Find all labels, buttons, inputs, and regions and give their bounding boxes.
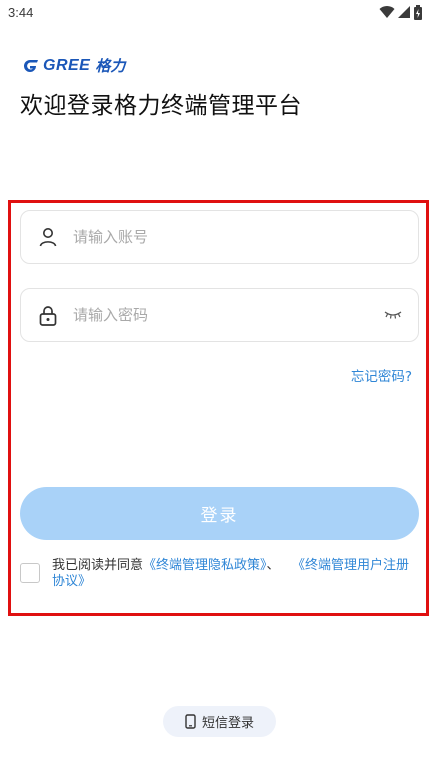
logo-text: GREE bbox=[43, 56, 91, 74]
agreement-checkbox[interactable] bbox=[20, 563, 40, 583]
eye-closed-icon[interactable] bbox=[382, 304, 404, 326]
status-icons bbox=[379, 4, 423, 20]
forgot-password-link[interactable]: 忘记密码? bbox=[351, 365, 412, 385]
agreement-prefix: 我已阅读并同意 bbox=[52, 558, 144, 573]
brand-logo: GREE 格力 bbox=[20, 55, 125, 76]
login-button[interactable]: 登录 bbox=[20, 487, 419, 540]
signal-icon bbox=[398, 6, 410, 18]
password-field[interactable] bbox=[20, 288, 419, 342]
battery-icon bbox=[414, 4, 422, 20]
account-input[interactable] bbox=[73, 228, 404, 246]
lock-icon bbox=[37, 304, 59, 326]
wifi-icon bbox=[379, 6, 395, 19]
logo-cn-text: 格力 bbox=[95, 57, 126, 75]
phone-icon bbox=[185, 714, 196, 729]
password-input[interactable] bbox=[73, 306, 382, 324]
account-field[interactable] bbox=[20, 210, 419, 264]
agreement-row: 我已阅读并同意《终端管理隐私政策》、 《终端管理用户注册协议》 bbox=[20, 558, 419, 590]
user-icon bbox=[37, 226, 59, 248]
status-time: 3:44 bbox=[8, 4, 34, 20]
page-title: 欢迎登录格力终端管理平台 bbox=[20, 93, 302, 119]
sms-login-label: 短信登录 bbox=[201, 716, 254, 731]
gree-logo-icon bbox=[24, 59, 38, 72]
agreement-separator: 、 bbox=[266, 558, 280, 573]
status-bar: 3:44 bbox=[0, 0, 439, 24]
agreement-text: 我已阅读并同意《终端管理隐私政策》、 《终端管理用户注册协议》 bbox=[52, 558, 417, 590]
sms-login-button[interactable]: 短信登录 bbox=[163, 706, 276, 737]
privacy-policy-link[interactable]: 《终端管理隐私政策》 bbox=[143, 558, 267, 573]
